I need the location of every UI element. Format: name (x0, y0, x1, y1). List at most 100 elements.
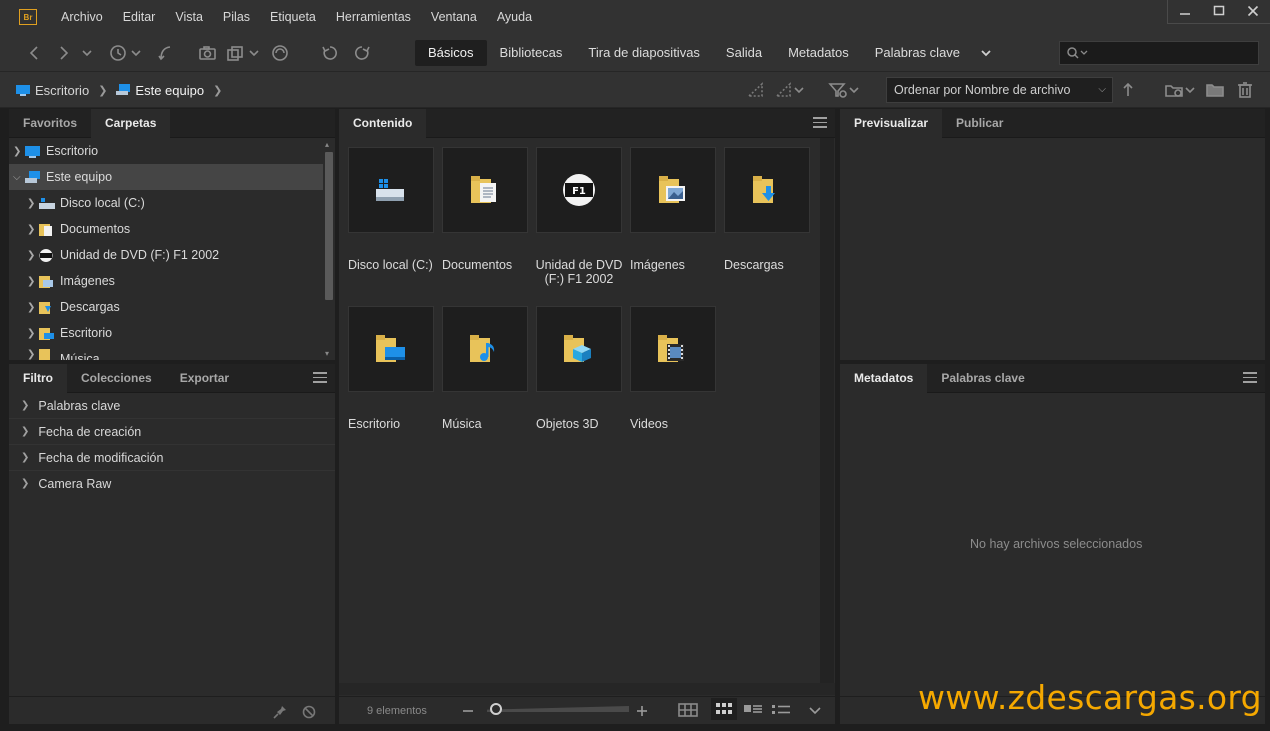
chevron-right-icon: ❯ (27, 348, 36, 360)
content-item-escritorio[interactable] (348, 306, 434, 392)
content-item-descargas[interactable] (724, 147, 810, 233)
grid-lock-icon[interactable] (677, 700, 699, 720)
content-item-videos[interactable] (630, 306, 716, 392)
sort-dropdown[interactable]: Ordenar por Nombre de archivo ⌵ (886, 77, 1113, 103)
tree-item-este-equipo[interactable]: ⌵ Este equipo (9, 164, 332, 190)
zoom-out-icon[interactable] (461, 701, 475, 721)
drive-icon (39, 197, 55, 209)
tree-item-descargas[interactable]: ❯ Descargas (9, 294, 332, 320)
desktop-icon (16, 85, 30, 96)
recent-folder-icon[interactable] (1164, 80, 1198, 100)
tab-carpetas[interactable]: Carpetas (91, 109, 171, 138)
filter-palabras-clave[interactable]: ❯ Palabras clave (9, 393, 335, 419)
filter-camera-raw[interactable]: ❯ Camera Raw (9, 471, 335, 497)
zoom-in-icon[interactable] (635, 701, 649, 721)
quality-icon[interactable] (746, 80, 766, 100)
breadcrumb-este-equipo[interactable]: Este equipo (116, 83, 204, 98)
chevron-down-icon[interactable] (80, 43, 94, 63)
refine-icon[interactable] (226, 43, 264, 63)
rating-filter-icon[interactable] (774, 80, 808, 100)
downloads-folder-icon (39, 301, 51, 314)
content-item-disco-local[interactable] (348, 147, 434, 233)
content-item-unidad-dvd[interactable]: F1 (536, 147, 622, 233)
desktop-icon (25, 145, 40, 158)
panel-menu-icon[interactable] (1243, 372, 1257, 384)
workspace-metadatos[interactable]: Metadatos (775, 40, 862, 66)
chevron-down-icon[interactable] (807, 700, 823, 720)
tab-exportar[interactable]: Exportar (166, 364, 243, 393)
tab-publicar[interactable]: Publicar (942, 109, 1017, 138)
tab-palabras-clave[interactable]: Palabras clave (927, 364, 1038, 393)
tab-contenido[interactable]: Contenido (339, 109, 427, 138)
tab-colecciones[interactable]: Colecciones (67, 364, 166, 393)
menu-ventana[interactable]: Ventana (421, 0, 487, 34)
tree-item-disco-local[interactable]: ❯ Disco local (C:) (9, 190, 332, 216)
content-scrollbar-horizontal[interactable] (339, 683, 835, 695)
menu-editar[interactable]: Editar (113, 0, 166, 34)
workspace-bibliotecas[interactable]: Bibliotecas (487, 40, 576, 66)
maximize-button[interactable] (1202, 0, 1236, 22)
thumbnail-size-slider[interactable] (487, 706, 629, 712)
menu-archivo[interactable]: Archivo (51, 0, 113, 34)
close-button[interactable] (1236, 0, 1270, 22)
folder-tree-scrollbar[interactable]: ▴ ▾ (323, 138, 335, 360)
pin-icon[interactable] (272, 702, 288, 722)
tree-item-escritorio-folder[interactable]: ❯ Escritorio (9, 320, 332, 346)
content-scrollbar-vertical[interactable] (820, 138, 834, 683)
workspace-tira-diapositivas[interactable]: Tira de diapositivas (575, 40, 713, 66)
content-item-label: Descargas (724, 258, 784, 272)
boomerang-icon[interactable] (156, 43, 174, 63)
clear-filter-icon[interactable] (301, 702, 317, 722)
menu-etiqueta[interactable]: Etiqueta (260, 0, 326, 34)
dvd-icon (39, 248, 53, 262)
trash-icon[interactable] (1236, 80, 1254, 100)
tab-favoritos[interactable]: Favoritos (9, 109, 91, 138)
window-controls (1167, 0, 1270, 24)
tab-filtro[interactable]: Filtro (9, 364, 67, 393)
content-item-imagenes[interactable] (630, 147, 716, 233)
content-item-musica[interactable] (442, 306, 528, 392)
tab-previsualizar[interactable]: Previsualizar (840, 109, 943, 138)
tree-item-unidad-dvd[interactable]: ❯ Unidad de DVD (F:) F1 2002 (9, 242, 332, 268)
rotate-right-icon[interactable] (352, 43, 372, 63)
recent-history-icon[interactable] (108, 43, 144, 63)
filter-fecha-creacion[interactable]: ❯ Fecha de creación (9, 419, 335, 445)
tree-item-escritorio[interactable]: ❯ Escritorio (9, 138, 332, 164)
breadcrumb-escritorio[interactable]: Escritorio (16, 83, 89, 98)
panel-menu-icon[interactable] (313, 372, 327, 384)
filter-items-icon[interactable] (828, 80, 864, 100)
new-folder-icon[interactable] (1205, 80, 1225, 100)
toolbar: Básicos Bibliotecas Tira de diapositivas… (0, 34, 1270, 72)
slider-handle[interactable] (490, 703, 502, 715)
tree-item-musica[interactable]: ❯ Música (9, 346, 332, 360)
photoshop-icon[interactable] (270, 43, 290, 63)
search-input[interactable] (1094, 46, 1258, 60)
menu-pilas[interactable]: Pilas (213, 0, 260, 34)
content-item-label: Documentos (442, 258, 513, 272)
panel-menu-icon[interactable] (813, 117, 827, 129)
filter-fecha-modificacion[interactable]: ❯ Fecha de modificación (9, 445, 335, 471)
view-details-icon[interactable] (743, 700, 763, 720)
scroll-thumb[interactable] (325, 152, 333, 300)
camera-download-icon[interactable] (198, 43, 218, 63)
svg-text:F1: F1 (572, 186, 586, 197)
minimize-button[interactable] (1168, 0, 1202, 22)
menu-ayuda[interactable]: Ayuda (487, 0, 542, 34)
rotate-left-icon[interactable] (320, 43, 340, 63)
back-icon[interactable] (26, 43, 42, 63)
tree-item-imagenes[interactable]: ❯ Imágenes (9, 268, 332, 294)
workspace-basicos[interactable]: Básicos (415, 40, 487, 66)
tree-item-documentos[interactable]: ❯ Documentos (9, 216, 332, 242)
workspace-salida[interactable]: Salida (713, 40, 775, 66)
sort-ascending-icon[interactable] (1120, 80, 1136, 100)
menu-herramientas[interactable]: Herramientas (326, 0, 421, 34)
tab-metadatos[interactable]: Metadatos (840, 364, 928, 393)
workspace-more-chevron-icon[interactable] (973, 40, 999, 66)
forward-icon[interactable] (56, 43, 72, 63)
view-thumbnails-icon[interactable] (711, 698, 737, 720)
view-list-icon[interactable] (771, 700, 791, 720)
content-item-objetos-3d[interactable] (536, 306, 622, 392)
workspace-palabras-clave[interactable]: Palabras clave (862, 40, 973, 66)
content-item-documentos[interactable] (442, 147, 528, 233)
menu-vista[interactable]: Vista (165, 0, 213, 34)
